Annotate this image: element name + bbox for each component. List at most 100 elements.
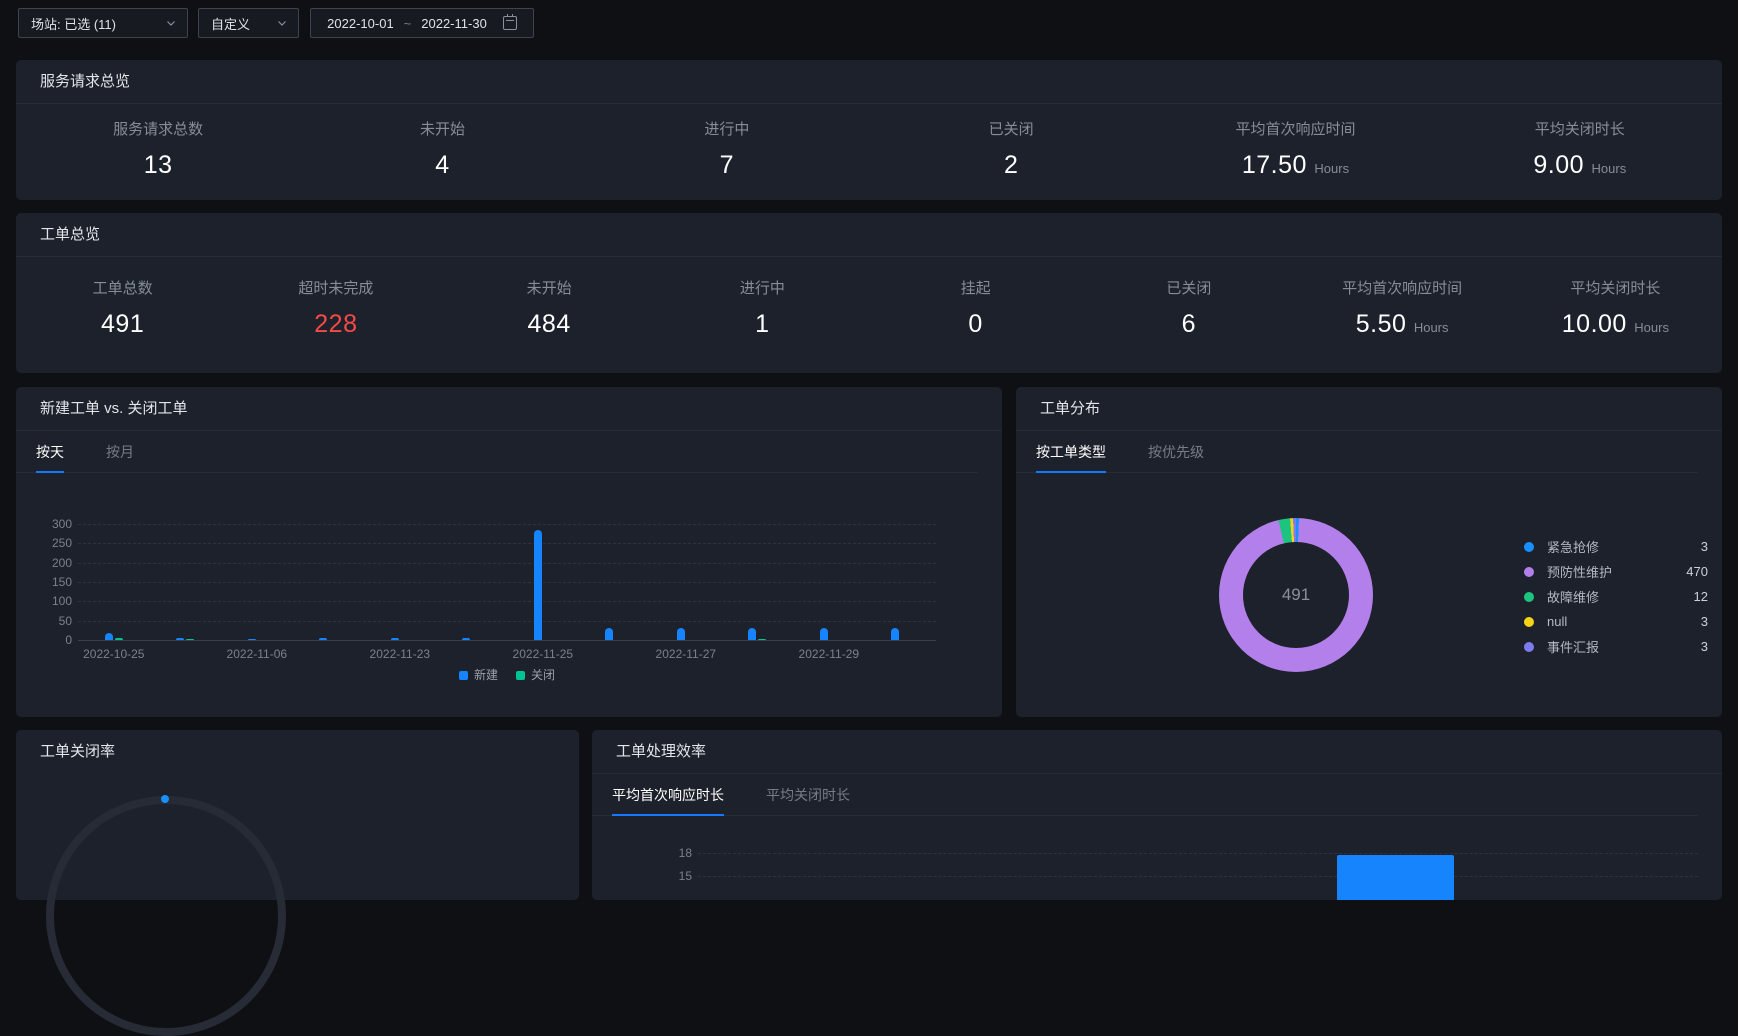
efficiency-bar-chart: 18 15 (592, 730, 1722, 900)
legend-value: 12 (1693, 589, 1708, 604)
range-type-select[interactable]: 自定义 (198, 8, 299, 38)
bar-new[interactable] (462, 638, 471, 640)
panel-title: 工单分布 (1016, 387, 1722, 431)
legend-value: 470 (1686, 564, 1708, 579)
bar-new[interactable] (891, 627, 900, 640)
stat-label: 已关闭 (988, 121, 1034, 138)
stat-value: 228 (314, 310, 358, 338)
gridline (78, 601, 936, 603)
legend-item[interactable]: 预防性维护 470 (1524, 559, 1708, 584)
bar-new[interactable] (605, 627, 614, 640)
legend-label: 事件汇报 (1547, 640, 1600, 655)
stat-column: 挂起 0 (869, 277, 1082, 339)
bar-new[interactable] (819, 627, 828, 640)
stat-unit: Hours (1413, 320, 1449, 335)
x-axis-tick: 2022-11-27 (655, 647, 717, 661)
legend-dot (1524, 641, 1534, 652)
bar-new[interactable] (676, 627, 685, 640)
x-axis-tick: 2022-11-06 (226, 647, 288, 661)
gridline (78, 543, 936, 545)
distribution-panel: 工单分布 按工单类型 按优先级 491 紧急抢修 3 预防性维护 470 故障维修… (1016, 387, 1722, 717)
stat-label: 已关闭 (1166, 280, 1212, 297)
legend-dot (1524, 566, 1534, 577)
legend-item[interactable]: 故障维修 12 (1524, 584, 1708, 609)
new-vs-closed-tabs: 按天 按月 (16, 431, 978, 473)
date-start-value[interactable]: 2022-10-01 (327, 16, 394, 31)
stat-value: 5.50 Hours (1355, 310, 1449, 338)
bar-avg-response[interactable] (1337, 854, 1454, 900)
closure-rate-panel: 工单关闭率 (16, 730, 579, 1036)
new-vs-closed-panel: 新建工单 vs. 关闭工单 按天 按月 新建 关闭 0 50 100 150 200… (16, 387, 1002, 717)
bar-new[interactable] (104, 633, 113, 640)
bar-closed[interactable] (758, 639, 767, 640)
stat-column: 平均关闭时长 9.00 Hours (1438, 118, 1722, 180)
stat-column: 平均首次响应时间 5.50 Hours (1296, 277, 1509, 339)
bar-closed[interactable] (114, 637, 123, 640)
panel-title: 工单总览 (16, 213, 1722, 257)
gridline (78, 524, 936, 525)
y-axis-tick: 0 (65, 633, 72, 647)
station-select[interactable]: 场站: 已选 (11) (18, 8, 188, 38)
stat-value: 484 (527, 310, 571, 338)
tab-dist-tabs-1[interactable]: 按优先级 (1148, 431, 1204, 472)
bar-new[interactable] (748, 628, 757, 640)
legend-item[interactable]: 关闭 (516, 668, 555, 682)
tab-daily-tabs-0[interactable]: 按天 (36, 431, 64, 473)
y-axis-tick: 15 (678, 869, 692, 883)
range-type-label: 自定义 (211, 16, 251, 32)
station-select-label: 场站: 已选 (11) (31, 16, 116, 32)
bar-new[interactable] (319, 638, 328, 640)
stat-column: 已关闭 6 (1082, 277, 1295, 339)
stat-label: 平均关闭时长 (1534, 121, 1625, 138)
gridline (698, 853, 1698, 854)
stat-label: 平均首次响应时间 (1235, 121, 1356, 138)
distribution-tabs: 按工单类型 按优先级 (1016, 431, 1698, 473)
gridline (698, 876, 1698, 877)
y-axis-tick: 50 (58, 613, 72, 628)
legend-item[interactable]: 事件汇报 3 (1524, 634, 1708, 659)
y-axis-tick: 18 (678, 846, 692, 860)
stat-value: 13 (143, 151, 173, 179)
legend-value: 3 (1700, 539, 1708, 554)
stat-label: 超时未完成 (298, 280, 374, 297)
legend-swatch (458, 671, 468, 680)
calendar-icon[interactable] (502, 14, 517, 30)
service-stats-row: 服务请求总数 13 未开始 4 进行中 7 已关闭 2 平均首次响应时间 17.… (16, 104, 1722, 180)
stat-unit: Hours (1591, 161, 1627, 176)
stat-column: 超时未完成 228 (229, 277, 442, 339)
stat-value: 6 (1181, 310, 1197, 338)
stat-column: 服务请求总数 13 (16, 118, 300, 180)
top-toolbar: 场站: 已选 (11) 自定义 2022-10-01 ~ 2022-11-30 (0, 0, 1738, 45)
stat-value: 4 (435, 151, 450, 179)
stat-column: 进行中 1 (656, 277, 869, 339)
legend-label: 故障维修 (1547, 590, 1600, 605)
date-range-picker[interactable]: 2022-10-01 ~ 2022-11-30 (310, 8, 534, 38)
stat-label: 未开始 (419, 121, 465, 138)
date-end-value[interactable]: 2022-11-30 (421, 16, 487, 31)
y-axis-tick: 250 (51, 536, 72, 551)
stat-column: 未开始 484 (443, 277, 656, 339)
bar-new[interactable] (247, 638, 256, 640)
tab-daily-tabs-1[interactable]: 按月 (106, 431, 134, 472)
tab-dist-tabs-0[interactable]: 按工单类型 (1036, 431, 1106, 473)
bar-closed[interactable] (186, 638, 195, 640)
x-axis-tick: 2022-11-29 (798, 647, 860, 661)
efficiency-panel: 工单处理效率 平均首次响应时长 平均关闭时长 18 15 (592, 730, 1722, 900)
stat-label: 进行中 (739, 280, 785, 297)
gridline (78, 562, 936, 564)
y-axis-tick: 300 (51, 517, 72, 531)
bar-new[interactable] (390, 637, 399, 640)
stat-label: 挂起 (960, 280, 991, 297)
stat-value: 1 (755, 310, 770, 338)
bar-new[interactable] (533, 529, 542, 640)
legend-swatch (516, 671, 525, 680)
legend-item[interactable]: 新建 (458, 668, 498, 682)
legend-dot (1524, 591, 1534, 602)
stat-value: 7 (719, 151, 735, 179)
legend-item[interactable]: null 3 (1524, 609, 1708, 634)
stat-label: 工单总数 (92, 280, 153, 297)
service-overview-panel: 服务请求总览 服务请求总数 13 未开始 4 进行中 7 已关闭 2 平均首次响… (16, 60, 1722, 200)
legend-item[interactable]: 紧急抢修 3 (1524, 534, 1708, 559)
chevron-down-icon (165, 17, 177, 29)
bar-new[interactable] (176, 637, 185, 640)
